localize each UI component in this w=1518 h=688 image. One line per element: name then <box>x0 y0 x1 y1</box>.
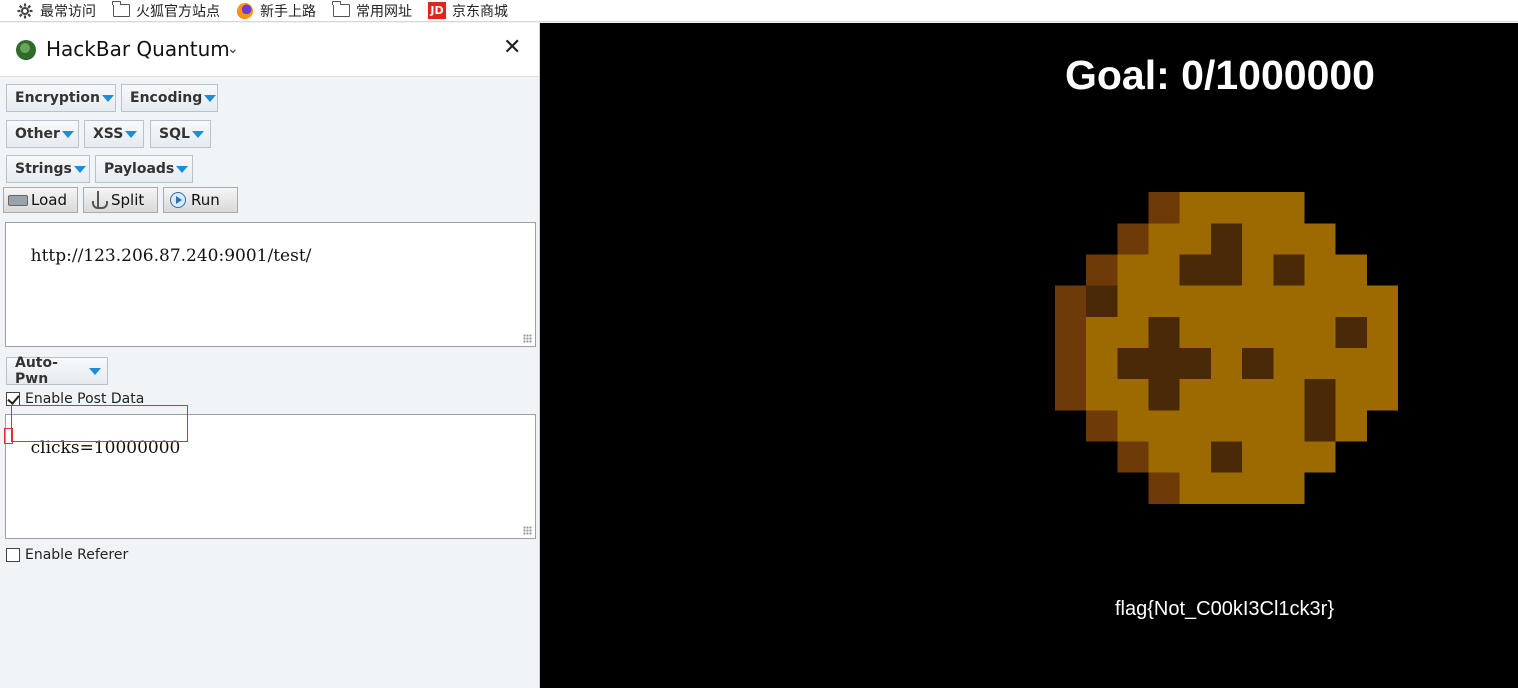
dropdown-triangle-icon <box>204 94 217 102</box>
other-menu-button[interactable]: Other <box>6 120 79 148</box>
hackbar-sidebar: HackBar Quantum ⌄ ✕ Encryption Encoding … <box>0 23 540 688</box>
bookmark-jd-mall[interactable]: JD 京东商城 <box>428 0 508 22</box>
menu-label: XSS <box>93 126 124 142</box>
gear-icon <box>16 3 34 19</box>
bookmark-label: 京东商城 <box>452 3 508 20</box>
bookmark-label: 火狐官方站点 <box>136 3 220 20</box>
menu-label: Encoding <box>130 90 203 106</box>
url-value: http://123.206.87.240:9001/test/ <box>30 246 312 266</box>
firefox-icon <box>236 2 254 19</box>
cookie-clicker-image[interactable] <box>1055 192 1398 504</box>
dropdown-triangle-icon <box>73 165 86 173</box>
dropdown-triangle-icon <box>61 130 74 138</box>
menu-label: Auto-Pwn <box>15 355 58 387</box>
goal-counter: Goal: 0/1000000 <box>1065 52 1375 98</box>
bookmark-common-sites[interactable]: 常用网址 <box>332 0 412 22</box>
folder-icon <box>112 1 130 19</box>
jd-icon: JD <box>428 2 446 19</box>
run-button[interactable]: Run <box>163 187 238 213</box>
url-textarea[interactable]: http://123.206.87.240:9001/test/ <box>5 222 536 347</box>
annotation-highlight-box <box>11 405 188 442</box>
menu-label: Strings <box>15 161 72 177</box>
flag-text: flag{Not_C00kI3Cl1ck3r} <box>1115 598 1335 620</box>
run-icon <box>168 192 188 208</box>
folder-icon <box>332 1 350 19</box>
cookie-icon[interactable] <box>1055 192 1398 504</box>
hackbar-logo-icon <box>16 40 36 60</box>
dropdown-triangle-icon <box>101 94 114 102</box>
dropdown-triangle-icon <box>125 130 138 138</box>
enable-referer-row[interactable]: Enable Referer <box>6 547 128 563</box>
chevron-down-icon[interactable]: ⌄ <box>227 41 239 57</box>
sidebar-header: HackBar Quantum ⌄ ✕ <box>0 23 539 77</box>
button-label: Split <box>111 191 145 209</box>
bookmark-label: 常用网址 <box>356 3 412 20</box>
bookmark-firefox-official[interactable]: 火狐官方站点 <box>112 0 220 22</box>
bookmarks-toolbar: 最常访问 火狐官方站点 新手上路 常用网址 JD 京东商城 <box>0 0 1518 22</box>
menu-label: SQL <box>159 126 190 142</box>
dropdown-triangle-icon <box>89 367 101 375</box>
dropdown-triangle-icon <box>191 130 204 138</box>
bookmark-getting-started[interactable]: 新手上路 <box>236 0 316 22</box>
checkbox-label: Enable Referer <box>25 547 129 563</box>
sidebar-title[interactable]: HackBar Quantum <box>46 37 230 61</box>
menu-label: Payloads <box>104 161 175 177</box>
close-icon[interactable]: ✕ <box>503 35 521 60</box>
menu-label: Encryption <box>15 90 100 106</box>
load-icon <box>8 192 28 208</box>
strings-menu-button[interactable]: Strings <box>6 155 90 183</box>
annotation-marker <box>4 428 13 444</box>
load-url-button[interactable]: Load <box>3 187 78 213</box>
button-label: Run <box>191 191 220 209</box>
bookmark-most-visited[interactable]: 最常访问 <box>16 0 96 22</box>
dropdown-triangle-icon <box>176 165 189 173</box>
enable-post-data-checkbox[interactable] <box>6 392 20 406</box>
encryption-menu-button[interactable]: Encryption <box>6 84 116 112</box>
split-url-button[interactable]: Split <box>83 187 158 213</box>
xss-menu-button[interactable]: XSS <box>84 120 144 148</box>
bookmark-label: 新手上路 <box>260 3 316 20</box>
sql-menu-button[interactable]: SQL <box>150 120 211 148</box>
auto-pwn-menu-button[interactable]: Auto-Pwn <box>6 355 108 387</box>
enable-referer-checkbox[interactable] <box>6 548 20 562</box>
encoding-menu-button[interactable]: Encoding <box>121 84 218 112</box>
split-icon <box>88 191 108 209</box>
button-label: Load <box>31 191 67 209</box>
resize-grip-icon[interactable] <box>523 526 532 535</box>
resize-grip-icon[interactable] <box>523 334 532 343</box>
menu-label: Other <box>15 126 60 142</box>
bookmark-label: 最常访问 <box>40 3 96 20</box>
payloads-menu-button[interactable]: Payloads <box>95 155 193 183</box>
